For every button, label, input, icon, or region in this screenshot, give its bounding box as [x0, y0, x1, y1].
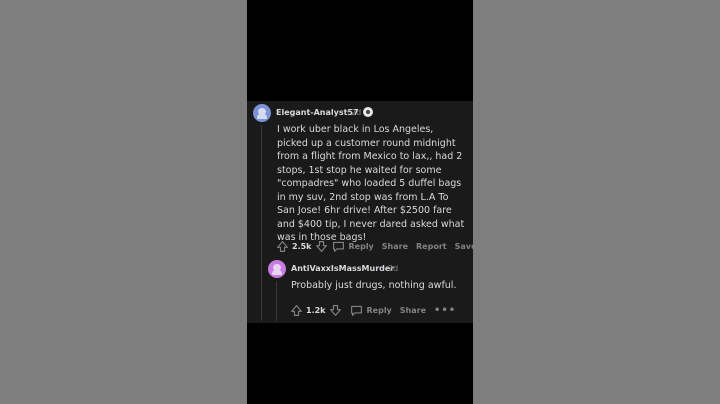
upvote-icon[interactable]	[276, 240, 289, 253]
avatar-body	[257, 114, 267, 119]
avatar[interactable]	[253, 104, 271, 122]
comment-timestamp: · 2d	[383, 264, 399, 273]
report-button[interactable]: Report	[416, 242, 447, 251]
downvote-icon[interactable]	[329, 304, 342, 317]
left-blur-panel	[0, 0, 247, 404]
video-frame: Elegant-Analyst57 · 2d I work uber black…	[247, 0, 476, 404]
save-button[interactable]: Save	[455, 242, 477, 251]
avatar[interactable]	[268, 260, 286, 278]
comment-card: Elegant-Analyst57 · 2d I work uber black…	[247, 101, 476, 323]
thread-line[interactable]	[261, 125, 262, 321]
vote-count: 2.5k	[292, 241, 312, 251]
upvote-icon[interactable]	[290, 304, 303, 317]
reply-icon[interactable]	[350, 304, 363, 317]
share-button[interactable]: Share	[400, 306, 426, 315]
comment-username[interactable]: AntiVaxxIsMassMurder	[291, 264, 394, 273]
reply-icon[interactable]	[332, 240, 345, 253]
downvote-icon[interactable]	[315, 240, 328, 253]
reply-button[interactable]: Reply	[367, 306, 392, 315]
more-options-icon[interactable]: •••	[434, 305, 456, 316]
top-black-area	[247, 0, 473, 101]
comment-actions: 1.2k Reply Share •••	[290, 303, 456, 317]
avatar-body	[272, 270, 282, 275]
comment-text: I work uber black in Los Angeles, picked…	[277, 124, 465, 243]
award-icon	[363, 107, 373, 117]
comment-timestamp: · 2d	[346, 108, 362, 117]
bottom-black-area	[247, 323, 473, 404]
comment-actions: 2.5k Reply Share Report Save	[276, 239, 476, 253]
thread-line[interactable]	[276, 281, 277, 321]
comment-text: Probably just drugs, nothing awful.	[291, 280, 457, 291]
right-blur-panel	[473, 0, 720, 404]
reply-button[interactable]: Reply	[349, 242, 374, 251]
share-button[interactable]: Share	[382, 242, 408, 251]
vote-count: 1.2k	[306, 305, 326, 315]
